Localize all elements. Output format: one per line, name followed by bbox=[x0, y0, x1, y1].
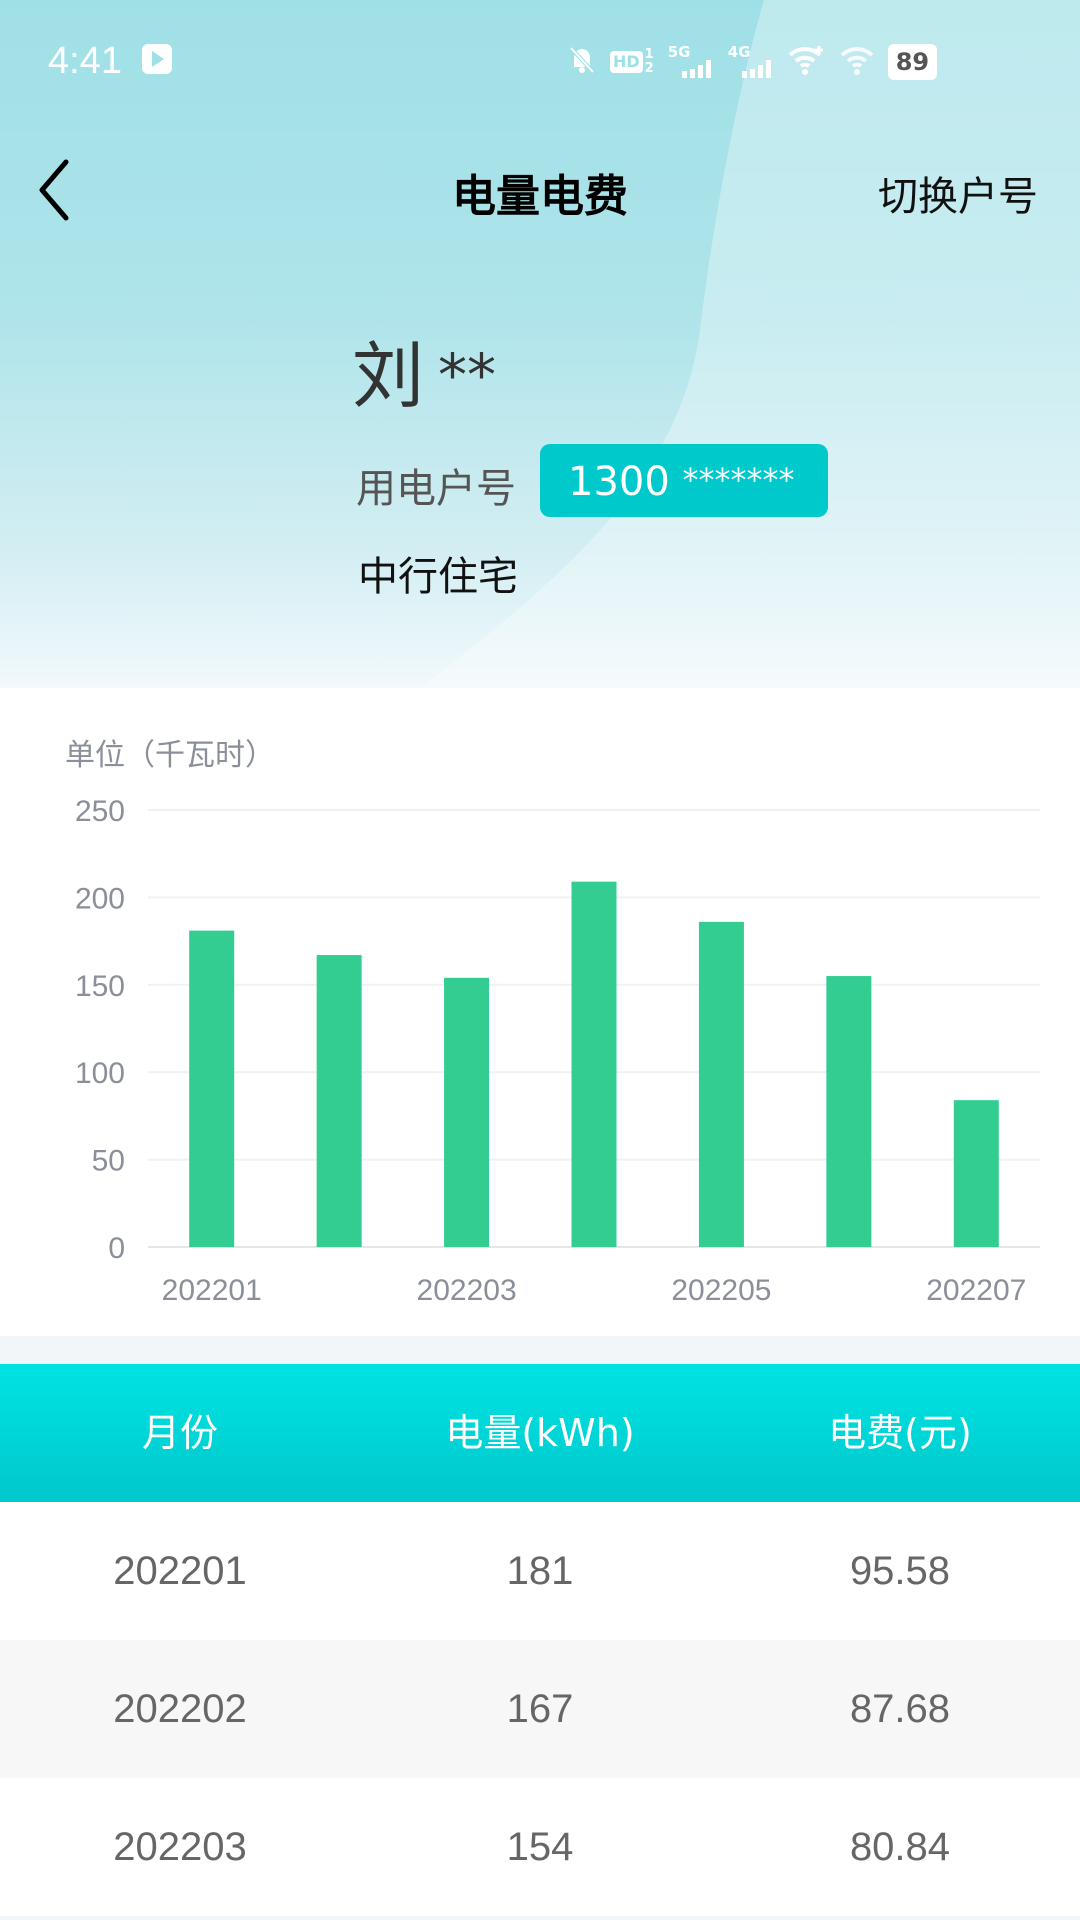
bar bbox=[953, 1100, 999, 1247]
sim1-label: 1 bbox=[644, 47, 654, 62]
bar bbox=[698, 921, 744, 1247]
bar bbox=[316, 955, 362, 1247]
signal-4g-icon: 4G bbox=[728, 45, 774, 79]
usage-bar-chart: 0 50 100 150 200 250 202201 202203 202205 202207 bbox=[75, 795, 1040, 1307]
cell-fee: 87.68 bbox=[849, 1687, 951, 1731]
header-background-curve bbox=[420, 0, 1080, 688]
y-tick-label: 100 bbox=[75, 1057, 125, 1090]
bar bbox=[826, 976, 872, 1247]
y-tick-label: 0 bbox=[108, 1232, 125, 1265]
wifi-plus-icon bbox=[788, 45, 826, 79]
wifi-icon bbox=[840, 45, 874, 79]
cell-month: 202202 bbox=[113, 1687, 247, 1731]
y-tick-label: 200 bbox=[75, 882, 125, 915]
status-time: 4:41 bbox=[48, 40, 122, 82]
status-bar: 4:41 HD 1 2 5G 4G 89 bbox=[0, 30, 1080, 94]
x-tick-label: 202207 bbox=[926, 1274, 1026, 1307]
name-mask: ** bbox=[438, 341, 497, 409]
cell-month: 202201 bbox=[113, 1549, 247, 1593]
account-number-prefix: 1300 bbox=[568, 459, 670, 505]
y-tick-label: 50 bbox=[92, 1145, 125, 1178]
cell-usage: 167 bbox=[506, 1687, 574, 1731]
billing-table: 202201 181 95.58 202202 167 87.68 202203… bbox=[0, 1502, 1080, 1916]
account-holder-name: 刘 ** bbox=[352, 332, 496, 419]
x-tick-label: 202205 bbox=[671, 1274, 771, 1307]
y-tick-label: 150 bbox=[75, 970, 125, 1003]
cell-month: 202203 bbox=[113, 1825, 247, 1869]
status-icons: HD 1 2 5G 4G 89 bbox=[568, 40, 938, 84]
switch-account-button[interactable]: 切换户号 bbox=[878, 164, 1038, 222]
table-header: 月份 电量(kWh) 电费(元) bbox=[0, 1364, 1080, 1502]
signal-5g-icon: 5G bbox=[668, 45, 714, 79]
table-row[interactable]: 202202 167 87.68 bbox=[0, 1640, 1080, 1778]
column-header-month: 月份 bbox=[141, 1411, 218, 1455]
column-header-fee: 电费(元) bbox=[828, 1411, 972, 1455]
cell-usage: 181 bbox=[506, 1549, 574, 1593]
x-tick-label: 202201 bbox=[162, 1274, 262, 1307]
account-header: 4:41 HD 1 2 5G 4G 89 电量电费 切换户号 刘 ** 用电户号… bbox=[0, 0, 1080, 688]
y-tick-label: 250 bbox=[75, 795, 125, 828]
account-number-label: 用电户号 bbox=[356, 466, 516, 512]
x-tick-label: 202203 bbox=[417, 1274, 517, 1307]
account-number-badge: 1300 ******* bbox=[540, 444, 828, 517]
bar bbox=[189, 930, 235, 1247]
bar bbox=[571, 881, 617, 1247]
table-row[interactable]: 202201 181 95.58 bbox=[0, 1502, 1080, 1640]
app-notification-icon bbox=[142, 44, 172, 74]
column-header-usage: 电量(kWh) bbox=[445, 1411, 635, 1455]
name-prefix: 刘 bbox=[352, 334, 425, 418]
cell-usage: 154 bbox=[506, 1825, 574, 1869]
hd-label: HD bbox=[610, 51, 643, 73]
usage-chart-card: 单位（千瓦时） 0 50 100 150 200 250 202201 202203 20220… bbox=[0, 688, 1080, 1336]
cell-fee: 95.58 bbox=[849, 1549, 951, 1593]
hd-volte-icon: HD 1 2 bbox=[610, 48, 654, 76]
mute-icon bbox=[568, 45, 596, 79]
sim2-label: 2 bbox=[644, 61, 654, 76]
cell-fee: 80.84 bbox=[849, 1825, 951, 1869]
battery-indicator: 89 bbox=[887, 44, 938, 80]
table-row[interactable]: 202203 154 80.84 bbox=[0, 1778, 1080, 1916]
account-type: 中行住宅 bbox=[358, 554, 518, 600]
bar bbox=[444, 977, 490, 1247]
account-number-mask: ******* bbox=[682, 461, 795, 499]
